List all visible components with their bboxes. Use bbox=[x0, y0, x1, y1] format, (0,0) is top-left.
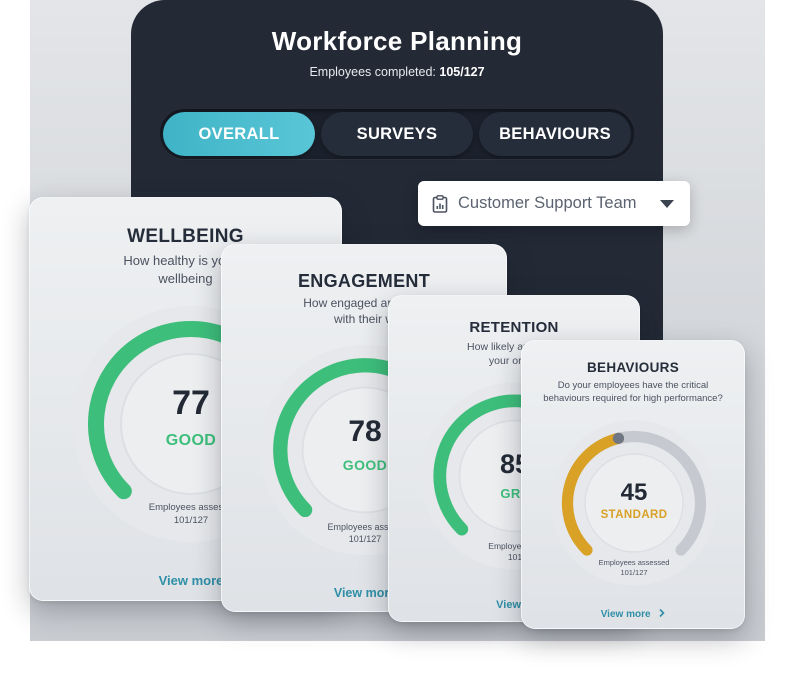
assessed-label: Employees assessed bbox=[598, 558, 670, 567]
card-title: BEHAVIOURS bbox=[586, 360, 679, 375]
caret-down-icon bbox=[660, 199, 674, 208]
page-title: Workforce Planning bbox=[271, 26, 523, 56]
tab-bar: OVERALL SURVEYS BEHAVIOURS bbox=[160, 109, 634, 159]
completed-label: Employees completed: bbox=[309, 65, 436, 79]
score-rating: STANDARD bbox=[600, 509, 668, 521]
assessed-value: 101/127 bbox=[620, 568, 648, 578]
view-more-label: View more bbox=[600, 609, 651, 620]
team-dropdown-value: Customer Support Team bbox=[458, 194, 637, 212]
tab-behaviours[interactable]: BEHAVIOURS bbox=[479, 112, 631, 156]
view-more-link[interactable]: View more bbox=[550, 608, 718, 620]
chevron-right-icon bbox=[659, 608, 665, 618]
card-question: Do your employees have the critical beha… bbox=[531, 380, 735, 406]
gauge-end-marker bbox=[612, 432, 625, 444]
clipboard-icon bbox=[432, 194, 448, 213]
card-question-line: Do your employees have the critical bbox=[557, 380, 709, 391]
score-value: 45 bbox=[620, 479, 648, 506]
completion-status: Employees completed: 105/127 bbox=[131, 65, 663, 79]
assessed-count: Employees assessed 101/127 bbox=[550, 558, 718, 578]
card-question-line: behaviours required for high performance… bbox=[543, 392, 723, 404]
completed-value: 105/127 bbox=[439, 65, 485, 79]
behaviours-card[interactable]: BEHAVIOURS Do your employees have the cr… bbox=[521, 340, 745, 629]
card-title: RETENTION bbox=[469, 319, 559, 336]
tab-overall[interactable]: OVERALL bbox=[163, 112, 315, 156]
team-dropdown[interactable]: Customer Support Team bbox=[418, 181, 690, 226]
tab-surveys[interactable]: SURVEYS bbox=[321, 112, 473, 156]
card-title: ENGAGEMENT bbox=[297, 271, 430, 291]
